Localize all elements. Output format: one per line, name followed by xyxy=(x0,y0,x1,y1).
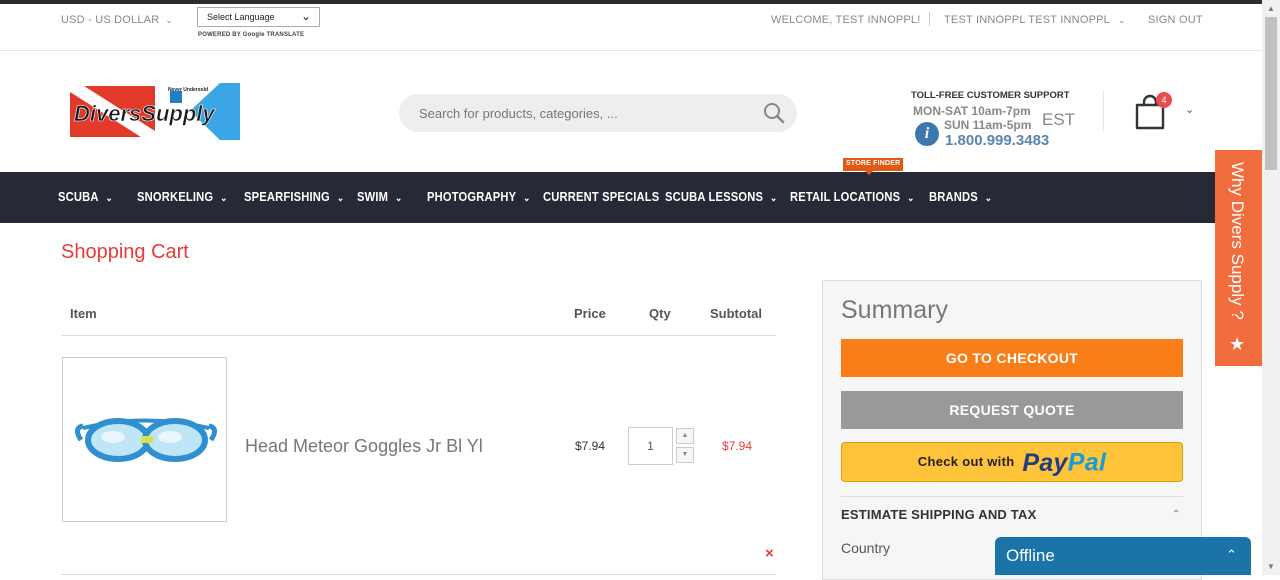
nav-label: SNORKELING xyxy=(137,189,214,204)
chevron-up-icon[interactable]: ⌃ xyxy=(1226,547,1237,563)
nav-label: RETAIL LOCATIONS xyxy=(790,189,901,204)
google-translate-credit: POWERED BY Google TRANSLATE xyxy=(198,32,305,38)
goggles-image xyxy=(75,418,217,462)
nav-item-current-specials[interactable]: CURRENT SPECIALS xyxy=(543,189,659,204)
summary-panel xyxy=(822,280,1202,580)
account-menu[interactable]: TEST INNOPPL TEST INNOPPL ⌄ xyxy=(944,14,1126,26)
nav-label: SCUBA xyxy=(58,189,99,204)
support-hours-sunday: SUN 11am-5pm xyxy=(944,118,1032,132)
info-icon: i xyxy=(915,122,939,146)
nav-item-brands[interactable]: BRANDS ⌄ xyxy=(929,189,992,204)
chevron-down-icon: ⌄ xyxy=(220,193,228,204)
scroll-up-arrow[interactable]: ▲ xyxy=(1267,4,1275,13)
chevron-down-icon: ⌄ xyxy=(300,9,311,23)
quantity-input[interactable]: 1 xyxy=(628,427,673,465)
remove-item-icon[interactable]: × xyxy=(765,545,774,562)
why-divers-supply-tab[interactable]: Why Divers Supply ? ★ xyxy=(1215,150,1263,366)
divider xyxy=(841,496,1183,497)
chevron-down-icon: ⌄ xyxy=(523,193,531,204)
chevron-down-icon: ⌄ xyxy=(1117,15,1126,25)
divers-supply-logo[interactable]: DiversSupply Never Undersold xyxy=(70,83,240,140)
request-quote-button[interactable]: REQUEST QUOTE xyxy=(841,391,1183,429)
product-image[interactable] xyxy=(62,357,227,522)
chevron-down-icon: ⌄ xyxy=(336,193,345,204)
summary-title: Summary xyxy=(841,296,948,324)
search-icon[interactable] xyxy=(763,102,785,124)
scrollbar-thumb[interactable] xyxy=(1265,17,1277,170)
chevron-down-icon: ⌄ xyxy=(984,193,993,204)
cart-count-badge: 4 xyxy=(1156,92,1172,108)
column-header-price: Price xyxy=(574,306,606,321)
chevron-down-icon: ⌄ xyxy=(395,193,403,204)
quantity-increase-button[interactable]: ▲ xyxy=(676,428,694,444)
estimate-shipping-toggle[interactable]: ESTIMATE SHIPPING AND TAX xyxy=(841,507,1036,522)
nav-label: CURRENT SPECIALS xyxy=(543,189,660,204)
nav-label: BRANDS xyxy=(929,189,978,204)
nav-item-scuba-lessons[interactable]: SCUBA LESSONS ⌄ xyxy=(665,189,777,204)
page-title: Shopping Cart xyxy=(61,241,189,263)
support-timezone: EST xyxy=(1042,110,1076,129)
side-tab-label: Why Divers Supply ? xyxy=(1228,162,1247,320)
column-header-qty: Qty xyxy=(649,306,671,321)
paypal-logo-pal: Pal xyxy=(1067,448,1107,477)
column-header-subtotal: Subtotal xyxy=(710,306,762,321)
logo-wordmark: DiversSupply xyxy=(74,101,216,126)
divider xyxy=(929,12,930,26)
product-subtotal: $7.94 xyxy=(722,439,753,453)
nav-label: PHOTOGRAPHY xyxy=(427,189,517,204)
paypal-prefix: Check out with xyxy=(917,454,1015,469)
checkout-button[interactable]: GO TO CHECKOUT xyxy=(841,339,1183,377)
nav-item-scuba[interactable]: SCUBA ⌄ xyxy=(58,189,113,204)
quantity-decrease-button[interactable]: ▼ xyxy=(676,447,694,463)
site-header: DiversSupply Never Undersold Search for … xyxy=(0,52,1262,172)
nav-label: SPEARFISHING xyxy=(244,189,330,204)
scroll-down-arrow[interactable]: ▼ xyxy=(1267,562,1275,571)
nav-label: SWIM xyxy=(357,189,389,204)
chevron-down-icon: ⌄ xyxy=(165,15,174,25)
support-hours-weekday: MON-SAT 10am-7pm xyxy=(913,104,1031,118)
chevron-down-icon: ⌄ xyxy=(105,193,113,204)
column-header-item: Item xyxy=(70,306,97,321)
support-phone[interactable]: 1.800.999.3483 xyxy=(945,132,1049,149)
top-bar: USD - US DOLLAR ⌄ Select Language ⌄ POWERE… xyxy=(0,4,1262,51)
main-nav: SCUBA ⌄ SNORKELING ⌄ SPEARFISHING ⌄ SWIM ⌄ P… xyxy=(0,172,1262,223)
currency-switcher[interactable]: USD - US DOLLAR ⌄ xyxy=(61,14,173,26)
chevron-up-icon[interactable]: ⌃ xyxy=(1172,509,1180,520)
product-price: $7.94 xyxy=(575,439,606,453)
nav-item-swim[interactable]: SWIM ⌄ xyxy=(357,189,402,204)
star-icon: ★ xyxy=(1229,334,1246,354)
chevron-down-icon: ⌄ xyxy=(907,193,915,204)
nav-label: SCUBA LESSONS xyxy=(665,189,764,204)
customer-support-block: TOLL-FREE CUSTOMER SUPPORT MON-SAT 10am-… xyxy=(911,90,1081,160)
search-input[interactable]: Search for products, categories, ... xyxy=(419,106,618,121)
paypal-checkout-button[interactable]: Check out with PayPal xyxy=(841,442,1183,482)
search-bar[interactable]: Search for products, categories, ... xyxy=(399,94,797,132)
divider xyxy=(1103,90,1104,132)
cart-table-header: Item Price Qty Subtotal xyxy=(61,296,776,336)
country-label: Country xyxy=(841,540,891,556)
store-finder-badge[interactable]: STORE FINDER xyxy=(843,158,904,175)
currency-label: USD - US DOLLAR xyxy=(61,14,160,26)
paypal-logo-pay: Pay xyxy=(1022,448,1068,477)
support-title: TOLL-FREE CUSTOMER SUPPORT xyxy=(911,90,1070,101)
account-name: TEST INNOPPL TEST INNOPPL xyxy=(944,14,1110,26)
chat-widget[interactable]: Offline ⌃ xyxy=(995,537,1251,575)
chat-status: Offline xyxy=(1006,546,1055,565)
welcome-text: WELCOME, TEST INNOPPL! xyxy=(771,14,921,26)
chevron-down-icon[interactable]: ⌄ xyxy=(1185,103,1194,116)
page-scrollbar[interactable]: ▲ ▼ xyxy=(1262,0,1280,575)
nav-item-spearfishing[interactable]: SPEARFISHING ⌄ xyxy=(244,189,344,204)
nav-item-retail-locations[interactable]: RETAIL LOCATIONS ⌄ xyxy=(790,189,914,204)
language-select-label: Select Language xyxy=(207,12,275,22)
nav-item-snorkeling[interactable]: SNORKELING ⌄ xyxy=(137,189,228,204)
sign-out-link[interactable]: SIGN OUT xyxy=(1148,14,1203,26)
chevron-down-icon: ⌄ xyxy=(769,193,778,204)
nav-item-photography[interactable]: PHOTOGRAPHY ⌄ xyxy=(427,189,531,204)
language-select[interactable]: Select Language ⌄ xyxy=(197,7,320,27)
product-name[interactable]: Head Meteor Goggles Jr Bl Yl xyxy=(245,436,483,457)
logo-tagline: Never Undersold xyxy=(168,87,208,93)
